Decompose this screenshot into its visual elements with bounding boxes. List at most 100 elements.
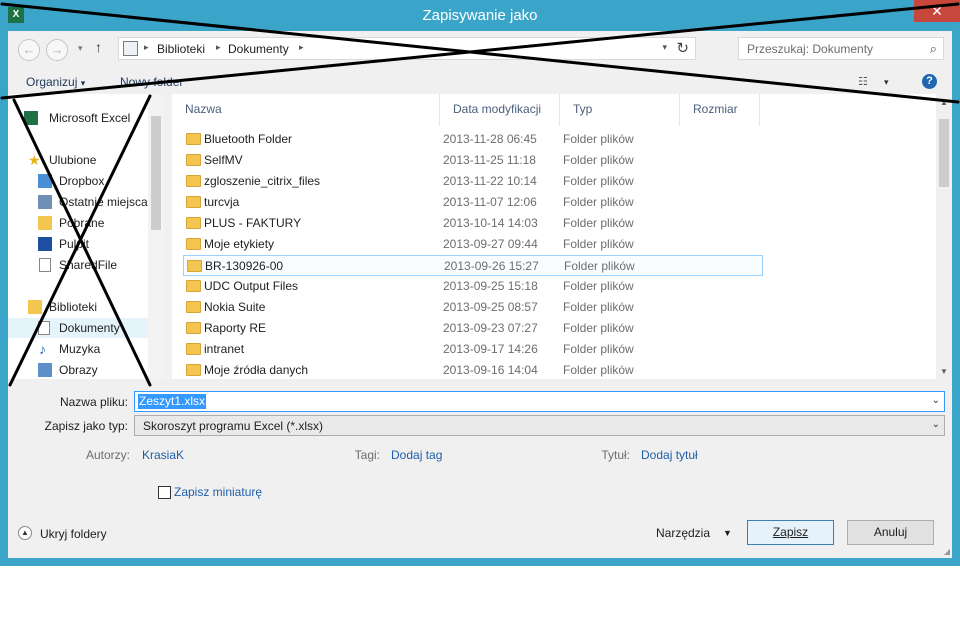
chevron-down-icon[interactable]: ▾ <box>78 43 83 54</box>
help-icon[interactable]: ? <box>922 74 937 89</box>
chevron-down-icon[interactable]: ⌄ <box>932 395 940 406</box>
filetype-select[interactable]: Skoroszyt programu Excel (*.xlsx) ⌄ <box>134 415 945 436</box>
nav-scrollbar[interactable] <box>148 94 164 379</box>
forward-button[interactable]: → <box>46 39 68 61</box>
scroll-up-icon[interactable]: ▲ <box>940 98 948 107</box>
chevron-down-icon[interactable]: ▾ <box>884 77 889 88</box>
column-header-type[interactable]: Typ <box>560 94 680 126</box>
list-item[interactable]: UDC Output Files 2013-09-25 15:18 Folder p… <box>183 276 763 297</box>
file-date: 2013-11-07 12:06 <box>443 195 537 209</box>
file-date: 2013-09-25 15:18 <box>443 279 538 293</box>
organize-button[interactable]: Organizuj ▾ <box>26 75 85 89</box>
nav-item-label: Biblioteki <box>49 300 98 314</box>
list-item[interactable]: intranet 2013-09-17 14:26 Folder plików <box>183 339 763 360</box>
list-item[interactable]: PLUS - FAKTURY 2013-10-14 14:03 Folder pli… <box>183 213 763 234</box>
file-type: Folder plików <box>563 195 634 209</box>
file-name: Moje źródła danych <box>204 363 309 377</box>
file-type: Folder plików <box>563 153 634 167</box>
folder-icon <box>186 364 201 376</box>
resize-grip-icon[interactable]: ◢ <box>944 547 950 556</box>
chevron-down-icon[interactable]: ▼ <box>723 528 732 538</box>
nav-item-label: Pobrane <box>59 216 105 230</box>
close-button[interactable]: ✕ <box>914 0 960 22</box>
title-value[interactable]: Dodaj tytuł <box>641 448 698 462</box>
list-item[interactable]: Bluetooth Folder 2013-11-28 06:45 Folder p… <box>183 129 763 150</box>
file-date: 2013-11-25 11:18 <box>443 153 536 167</box>
breadcrumb-dokumenty[interactable]: Dokumenty <box>228 42 289 56</box>
nav-item-sharedfile[interactable]: SharedFile <box>8 255 148 275</box>
list-item[interactable]: Moje etykiety 2013-09-27 09:44 Folder plik… <box>183 234 763 255</box>
chevron-right-icon[interactable]: ▸ <box>216 42 221 53</box>
nav-item-dokumenty[interactable]: Dokumenty <box>8 318 148 338</box>
nav-item-microsoft-excel[interactable]: Microsoft Excel <box>8 108 148 128</box>
tags-value[interactable]: Dodaj tag <box>391 448 442 462</box>
view-options-icon[interactable]: ☷ <box>858 75 874 88</box>
refresh-icon[interactable]: ↻ <box>676 39 689 57</box>
authors-value[interactable]: KrasiaK <box>142 448 184 462</box>
list-item-selected[interactable]: BR-130926-00 2013-09-26 15:27 Folder plikó… <box>183 255 763 276</box>
save-thumbnail-checkbox[interactable] <box>158 486 171 499</box>
list-item[interactable]: Moje źródła danych 2013-09-16 14:04 Folder… <box>183 360 763 381</box>
search-icon[interactable]: ⌕ <box>930 41 937 57</box>
search-box[interactable]: ⌕ <box>738 37 944 60</box>
nav-item-muzyka[interactable]: ♪ Muzyka <box>8 339 148 359</box>
file-name: PLUS - FAKTURY <box>204 216 302 230</box>
libraries-icon <box>28 300 42 314</box>
list-item[interactable]: turcvja 2013-11-07 12:06 Folder plików <box>183 192 763 213</box>
documents-icon <box>38 321 50 335</box>
column-header-date[interactable]: Data modyfikacji <box>440 94 560 126</box>
breadcrumb-biblioteki[interactable]: Biblioteki <box>157 42 205 56</box>
chevron-down-icon[interactable]: ▾ <box>662 42 667 53</box>
nav-item-label: Dropbox <box>59 174 105 188</box>
nav-item-pulpit[interactable]: Pulpit <box>8 234 148 254</box>
recent-places-icon <box>38 195 52 209</box>
title-bar: X Zapisywanie jako ✕ <box>0 0 960 32</box>
back-button[interactable]: ← <box>18 39 40 61</box>
chevron-down-icon[interactable]: ⌄ <box>932 419 940 430</box>
nav-item-ulubione[interactable]: ★ Ulubione <box>8 150 148 170</box>
nav-item-ostatnie-miejsca[interactable]: Ostatnie miejsca <box>8 192 148 212</box>
cancel-button[interactable]: Anuluj <box>847 520 934 545</box>
column-header-size[interactable]: Rozmiar <box>680 94 760 126</box>
scrollbar-thumb[interactable] <box>939 119 949 187</box>
folder-icon <box>186 133 201 145</box>
folder-icon <box>186 175 201 187</box>
music-icon: ♪ <box>39 341 46 357</box>
folder-icon <box>186 154 201 166</box>
file-name: BR-130926-00 <box>205 259 284 273</box>
filename-value[interactable]: Zeszyt1.xlsx <box>138 394 207 409</box>
file-name: SelfMV <box>204 153 243 167</box>
save-as-dialog: X Zapisywanie jako ✕ ← → ▾ ↑ ▸ Bibliotek… <box>0 0 960 566</box>
file-type: Folder plików <box>563 216 634 230</box>
list-item[interactable]: SelfMV 2013-11-25 11:18 Folder plików <box>183 150 763 171</box>
nav-item-dropbox[interactable]: Dropbox <box>8 171 148 191</box>
file-date: 2013-10-14 14:03 <box>443 216 538 230</box>
nav-item-biblioteki[interactable]: Biblioteki <box>8 297 148 317</box>
new-folder-button[interactable]: Nowy folder <box>120 75 183 89</box>
tools-button[interactable]: Narzędzia <box>656 526 710 540</box>
chevron-down-icon: ▾ <box>80 78 86 88</box>
nav-item-label: Microsoft Excel <box>49 111 131 125</box>
downloads-icon <box>38 216 52 230</box>
folder-icon <box>186 196 201 208</box>
column-header-name[interactable]: Nazwa <box>172 94 440 126</box>
file-list-scrollbar[interactable]: ▲ ▼ <box>936 94 952 379</box>
list-item[interactable]: zgloszenie_citrix_files 2013-11-22 10:14 F… <box>183 171 763 192</box>
file-type: Folder plików <box>563 174 634 188</box>
nav-item-obrazy[interactable]: Obrazy <box>8 360 148 380</box>
nav-item-pobrane[interactable]: Pobrane <box>8 213 148 233</box>
up-arrow-icon[interactable]: ↑ <box>95 39 102 55</box>
save-button[interactable]: Zapisz <box>747 520 834 545</box>
nav-item-label: Ostatnie miejsca <box>59 195 148 209</box>
search-input[interactable] <box>747 42 917 56</box>
address-bar[interactable]: ▸ Biblioteki ▸ Dokumenty ▸ ▾ ↻ <box>118 37 696 60</box>
scrollbar-thumb[interactable] <box>151 116 161 230</box>
scroll-down-icon[interactable]: ▼ <box>940 367 948 376</box>
list-item[interactable]: Nokia Suite 2013-09-25 08:57 Folder plików <box>183 297 763 318</box>
save-thumbnail-label[interactable]: Zapisz miniaturę <box>174 485 262 499</box>
chevron-right-icon[interactable]: ▸ <box>144 42 149 53</box>
file-type: Folder plików <box>563 279 634 293</box>
list-item[interactable]: Raporty RE 2013-09-23 07:27 Folder plików <box>183 318 763 339</box>
filename-field[interactable]: Zeszyt1.xlsx ⌄ <box>134 391 945 412</box>
chevron-right-icon[interactable]: ▸ <box>299 42 304 53</box>
